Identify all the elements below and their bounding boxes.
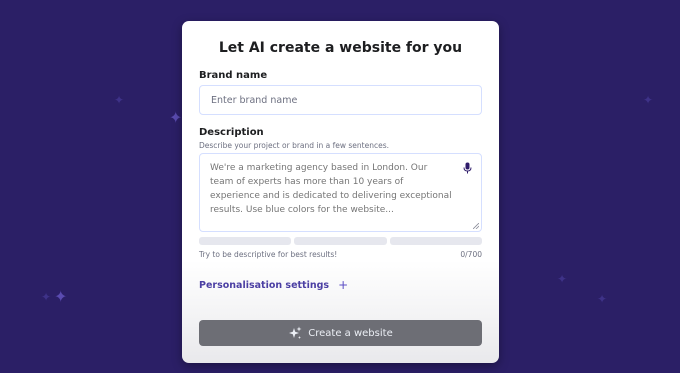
- personalisation-settings-label: Personalisation settings: [199, 279, 330, 291]
- quality-meter-segment: [199, 237, 292, 245]
- brand-name-label: Brand name: [199, 70, 268, 81]
- description-quality-meter: [199, 237, 482, 245]
- sparkle-icon: ✦: [54, 287, 68, 306]
- resize-handle-icon[interactable]: [473, 223, 479, 229]
- description-label: Description: [199, 127, 264, 138]
- sparkle-icon: ✦: [557, 272, 568, 286]
- brand-name-input[interactable]: [199, 85, 482, 115]
- quality-meter-segment: [389, 237, 482, 245]
- plus-icon: +: [338, 278, 349, 292]
- sparkle-icon: ✦: [114, 93, 125, 107]
- microphone-icon[interactable]: [463, 162, 472, 174]
- sparkle-icon: ✦: [597, 292, 608, 306]
- character-counter: 0/700: [460, 250, 482, 259]
- website-generator-card: Let AI create a website for you Brand na…: [182, 21, 499, 363]
- description-hint: Describe your project or brand in a few …: [199, 141, 389, 150]
- sparkle-icon: ✦: [41, 290, 52, 304]
- quality-meter-segment: [294, 237, 387, 245]
- sparkle-icon: ✦: [169, 108, 183, 127]
- description-field: [199, 153, 482, 232]
- card-title: Let AI create a website for you: [218, 40, 463, 56]
- create-website-button[interactable]: Create a website: [199, 320, 482, 346]
- sparkles-icon: [289, 326, 302, 339]
- description-textarea[interactable]: [200, 154, 481, 231]
- sparkle-icon: ✦: [643, 93, 654, 107]
- description-helper-text: Try to be descriptive for best results!: [199, 250, 338, 259]
- description-footer: Try to be descriptive for best results! …: [199, 250, 482, 259]
- personalisation-settings-toggle[interactable]: Personalisation settings +: [199, 278, 482, 292]
- create-website-label: Create a website: [308, 327, 393, 339]
